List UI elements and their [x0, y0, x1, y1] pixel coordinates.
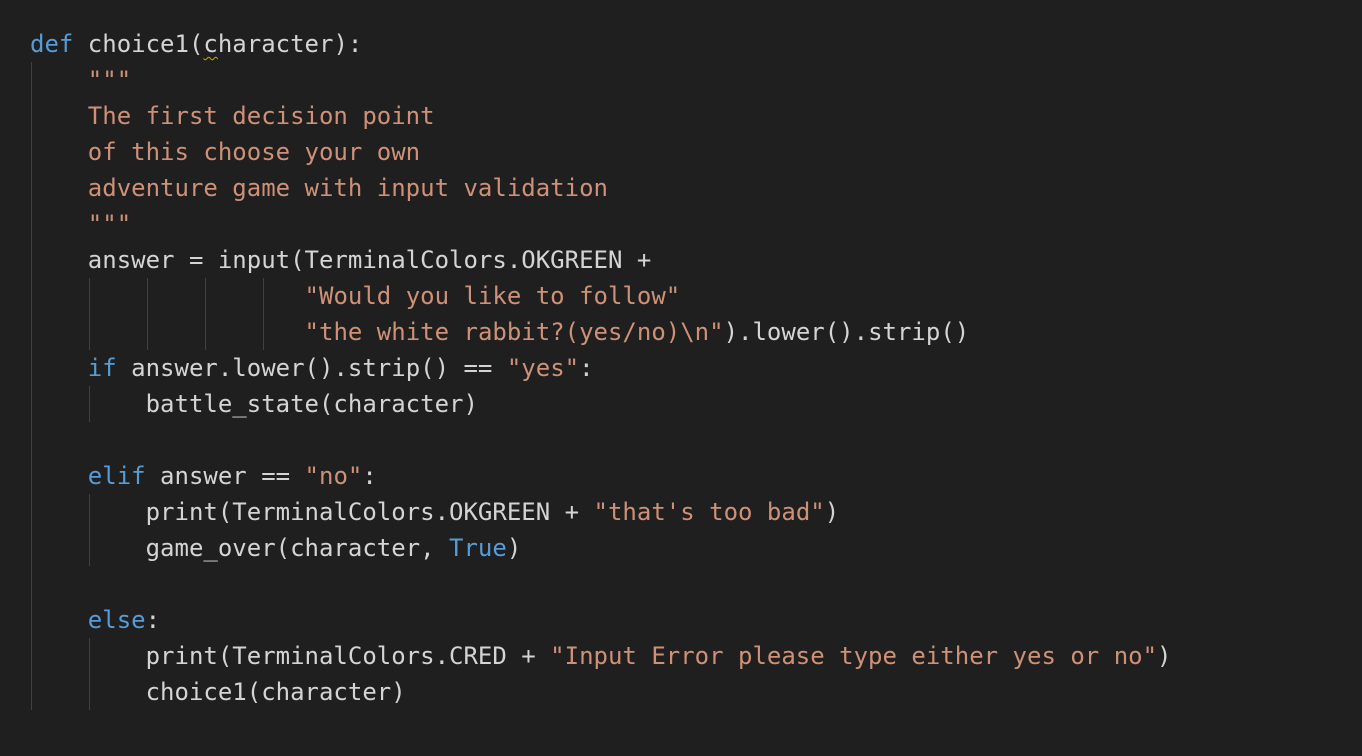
code-line[interactable]: """ [30, 206, 131, 242]
string-token: """ [30, 210, 132, 238]
code-line[interactable]: The first decision point [30, 98, 435, 134]
code-token: game_over(character, [30, 534, 450, 562]
code-token: : [145, 606, 161, 634]
code-token: : [579, 354, 594, 382]
code-token: : [362, 462, 377, 490]
code-token: haracter): [217, 30, 363, 58]
code-line[interactable]: elif answer == "no": [30, 458, 377, 494]
code-token: choice1( [73, 30, 204, 58]
code-line[interactable]: def choice1(character): [30, 26, 362, 62]
keyword-token: elif [87, 462, 146, 490]
code-token: answer == [145, 462, 305, 490]
string-token: The first decision point [30, 102, 435, 130]
code-line[interactable]: """ [30, 62, 131, 98]
code-token: choice1(character) [30, 678, 406, 706]
code-line[interactable]: print(TerminalColors.OKGREEN + "that's t… [30, 494, 840, 530]
code-line[interactable]: if answer.lower().strip() == "yes": [30, 350, 594, 386]
string-token: "that's too bad" [593, 498, 825, 526]
code-line[interactable]: battle_state(character) [30, 386, 478, 422]
code-token: ) [506, 534, 522, 562]
code-token: ) [824, 498, 840, 526]
code-token: print(TerminalColors.OKGREEN + [30, 498, 594, 526]
code-token: ) [1157, 642, 1172, 670]
code-token: c [203, 30, 218, 58]
code-editor[interactable]: def choice1(character): """ The first de… [0, 0, 1362, 756]
keyword-token: def [30, 30, 74, 58]
code-line[interactable]: answer = input(TerminalColors.OKGREEN + [30, 242, 652, 278]
string-token: "Input Error please type either yes or n… [550, 642, 1158, 670]
string-token: "Would you like to follow" [304, 282, 681, 310]
code-line[interactable]: print(TerminalColors.CRED + "Input Error… [30, 638, 1172, 674]
keyword-token: True [449, 534, 507, 562]
code-token: answer.lower().strip() == [116, 354, 507, 382]
code-token: ).lower().strip() [723, 318, 970, 346]
keyword-token: else [87, 606, 146, 634]
code-line[interactable]: "the white rabbit?(yes/no)\n").lower().s… [30, 314, 970, 350]
code-line[interactable]: game_over(character, True) [30, 530, 522, 566]
string-token: adventure game with input validation [30, 174, 608, 202]
string-token: "yes" [506, 354, 580, 382]
string-token: """ [30, 66, 132, 94]
string-token: "the white rabbit?(yes/no)\n" [304, 318, 724, 346]
keyword-token: if [87, 354, 117, 382]
code-token: battle_state(character) [30, 390, 478, 418]
code-token: print(TerminalColors.CRED + [30, 642, 551, 670]
code-line[interactable]: adventure game with input validation [30, 170, 608, 206]
code-line[interactable]: else: [30, 602, 160, 638]
code-line[interactable]: of this choose your own [30, 134, 420, 170]
code-token: answer = input(TerminalColors.OKGREEN + [30, 246, 652, 274]
code-line[interactable]: "Would you like to follow" [30, 278, 681, 314]
code-line[interactable]: choice1(character) [30, 674, 406, 710]
string-token: "no" [304, 462, 363, 490]
string-token: of this choose your own [30, 138, 421, 166]
